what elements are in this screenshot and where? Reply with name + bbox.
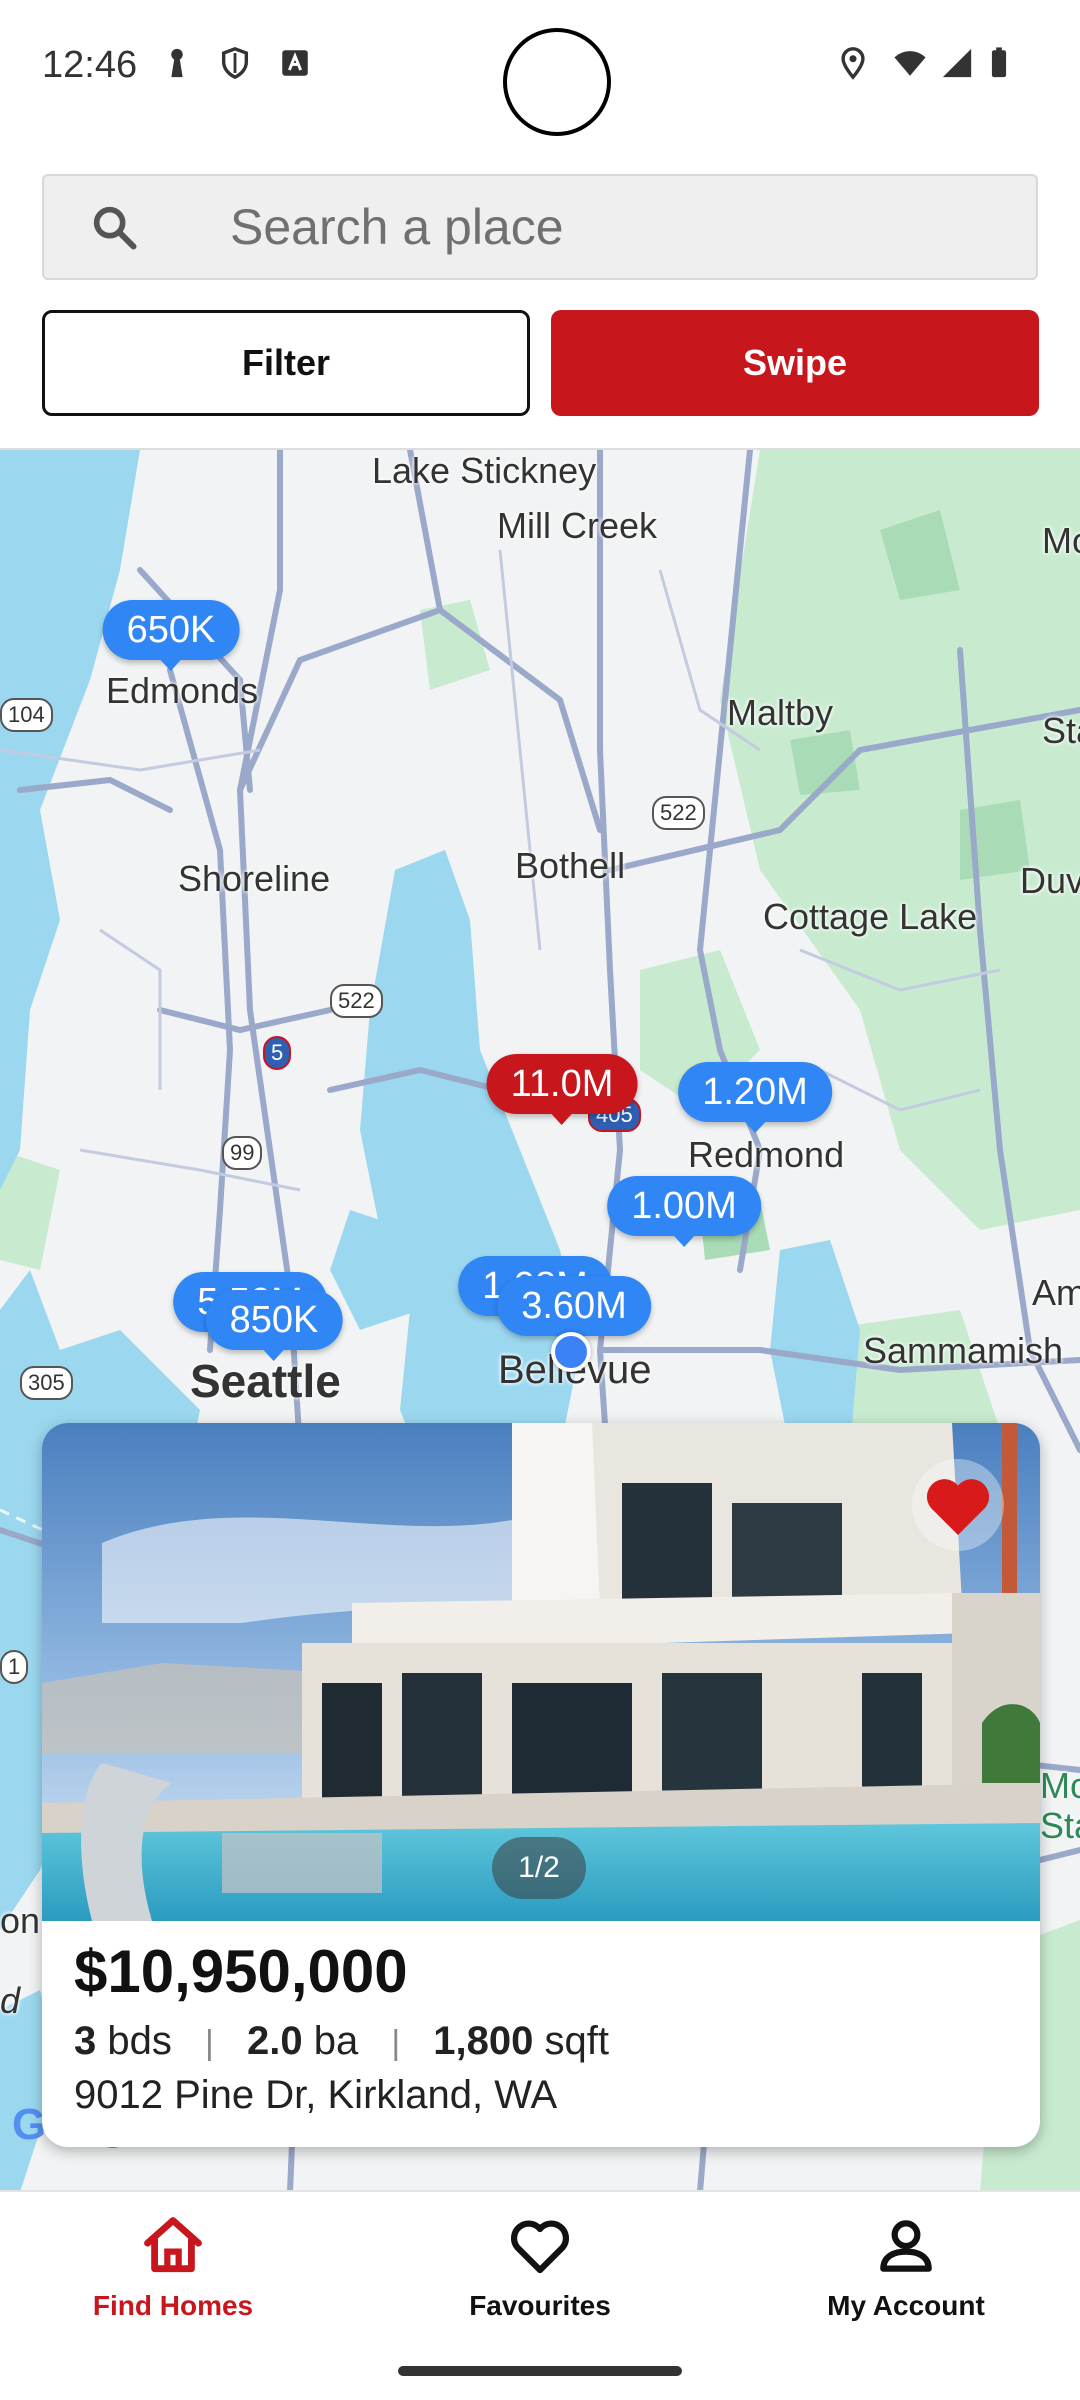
place-label-redmond: Redmond <box>688 1134 845 1175</box>
price-pin[interactable]: 1.00M <box>607 1176 761 1247</box>
place-label-d: d <box>0 1980 21 2021</box>
keyhole-icon <box>171 48 183 78</box>
road-shield-522-south: 522 <box>330 984 383 1018</box>
app-screen: 12:46 Filter Swipe <box>0 0 1080 2400</box>
place-label-cottage-lake: Cottage Lake <box>763 896 978 937</box>
filter-button[interactable]: Filter <box>42 310 530 416</box>
listing-address: 9012 Pine Dr, Kirkland, WA <box>74 2073 558 2117</box>
place-label-mc: Mc <box>1040 1765 1080 1806</box>
nav-label-favourites: Favourites <box>469 2290 611 2321</box>
spec-separator: | <box>391 2024 401 2062</box>
search-input[interactable] <box>230 194 990 260</box>
place-label-ames: Am <box>1032 1272 1080 1313</box>
road-shield-522: 522 <box>652 796 705 830</box>
listing-specs: 3 bds | 2.0 ba | 1,800 sqft <box>74 2019 609 2064</box>
camera-cutout <box>503 28 611 136</box>
photo-counter: 1/2 <box>492 1837 586 1899</box>
wifi-icon <box>894 51 926 76</box>
sqft-unit: sqft <box>544 2019 610 2063</box>
beds-unit: bds <box>107 2019 172 2063</box>
place-label-stat: Stat <box>1040 1805 1080 1846</box>
baths-value: 2.0 <box>246 2019 303 2063</box>
price-pin[interactable]: 1.20M <box>678 1062 832 1133</box>
nav-favourites[interactable]: Favourites <box>410 2212 670 2332</box>
place-label-monroe: Mo <box>1042 520 1080 561</box>
baths-unit: ba <box>313 2019 359 2063</box>
signal-icon <box>942 48 972 78</box>
search-box[interactable] <box>42 174 1038 280</box>
status-bar: 12:46 <box>0 0 1080 136</box>
place-label-stat-top: Sta <box>1042 710 1080 751</box>
price-pin-selected[interactable]: 11.0M <box>486 1054 638 1125</box>
beds-value: 3 <box>74 2019 97 2063</box>
nav-label-my-account: My Account <box>827 2290 985 2321</box>
place-label-seattle: Seattle <box>190 1355 341 1407</box>
place-label-mill-creek: Mill Creek <box>497 505 658 546</box>
place-label-bothell: Bothell <box>515 845 626 886</box>
road-shield-i5: 5 <box>263 1036 292 1070</box>
place-label-shoreline: Shoreline <box>178 858 331 899</box>
nav-label-find-homes: Find Homes <box>92 2290 254 2321</box>
home-indicator[interactable] <box>398 2366 682 2376</box>
sqft-value: 1,800 <box>433 2019 534 2063</box>
person-icon <box>880 2220 932 2272</box>
current-location-dot <box>551 1332 591 1372</box>
status-time: 12:46 <box>42 44 138 86</box>
heart-icon <box>510 2220 570 2274</box>
nav-my-account[interactable]: My Account <box>776 2212 1036 2332</box>
location-icon <box>841 47 865 80</box>
price-pin[interactable]: 850K <box>205 1290 343 1361</box>
place-label-on: on <box>0 1900 41 1941</box>
favourite-button[interactable] <box>912 1459 1004 1551</box>
font-icon <box>282 50 308 76</box>
road-shield-305: 305 <box>20 1366 73 1400</box>
swipe-button[interactable]: Swipe <box>551 310 1039 416</box>
place-label-maltby: Maltby <box>727 692 834 733</box>
heart-filled-icon <box>926 1479 990 1535</box>
place-label-duvall: Duva <box>1020 860 1080 901</box>
road-shield-104: 104 <box>0 698 53 732</box>
price-pin[interactable]: 650K <box>102 600 240 671</box>
place-label-lake-stickney: Lake Stickney <box>372 450 597 491</box>
battery-icon <box>991 47 1007 78</box>
listing-card[interactable]: 1/2 $10,950,000 3 bds | 2.0 ba | 1,800 s… <box>42 1423 1040 2147</box>
search-icon <box>93 206 137 250</box>
spec-separator: | <box>205 2024 214 2062</box>
road-shield-1: 1 <box>0 1650 29 1684</box>
home-icon <box>144 2217 202 2273</box>
price-pin[interactable]: 3.60M <box>497 1276 651 1347</box>
place-label-sammamish: Sammamish <box>863 1330 1064 1371</box>
road-shield-99: 99 <box>222 1136 263 1170</box>
shield-icon <box>221 47 249 80</box>
listing-price: $10,950,000 <box>74 1938 408 2005</box>
nav-find-homes[interactable]: Find Homes <box>43 2212 303 2332</box>
place-label-edmonds: Edmonds <box>106 670 259 711</box>
